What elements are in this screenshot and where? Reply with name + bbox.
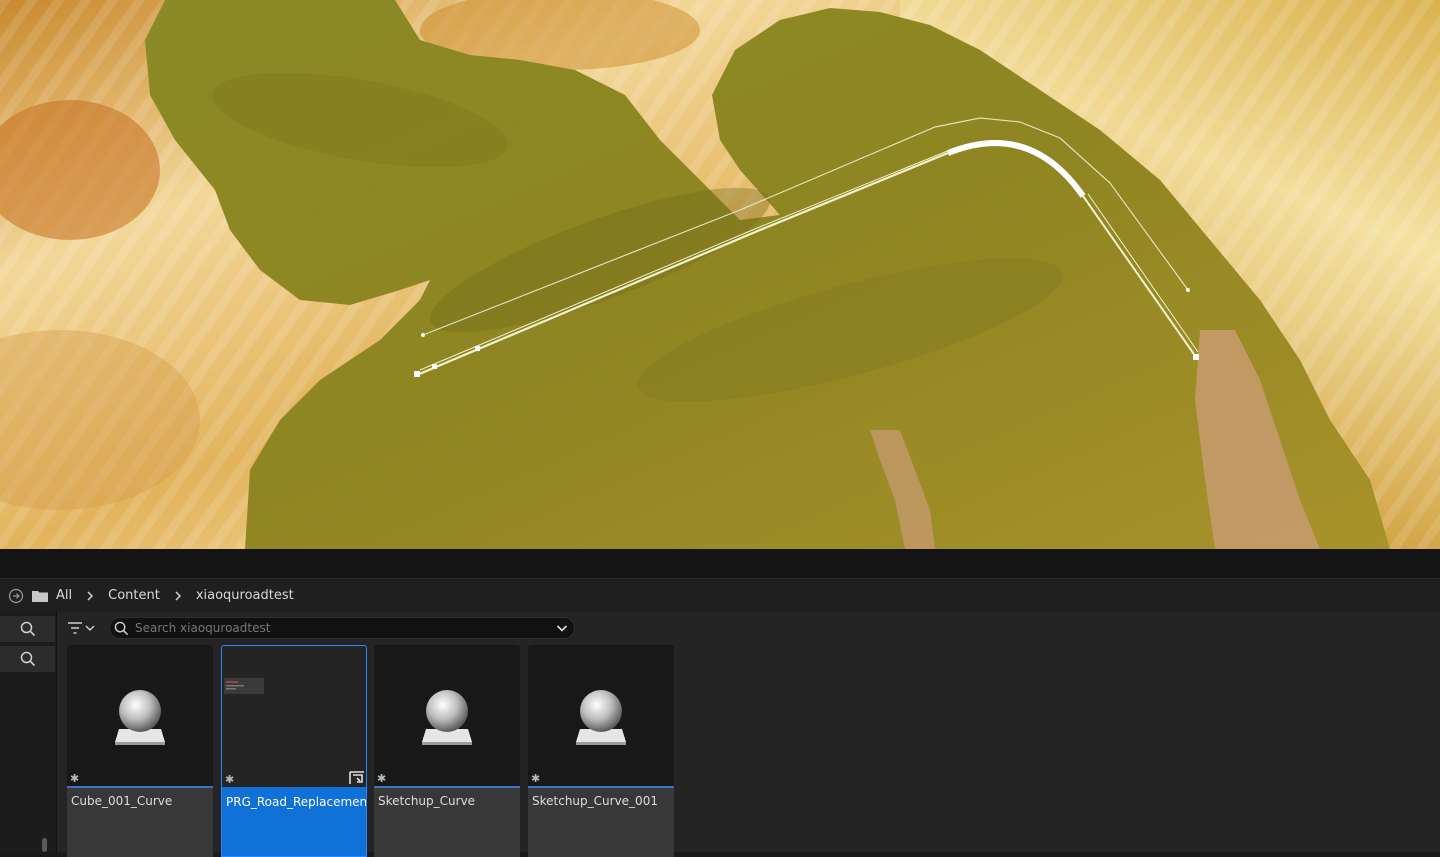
blueprint-badge-icon [349,771,365,785]
chevron-right-icon [86,590,94,601]
blueprint-icon [224,678,264,694]
asset-name: Sketchup_Curve_001 [532,794,658,808]
scrollbar[interactable] [42,838,47,852]
search-input[interactable] [135,621,556,635]
search-icon[interactable] [0,616,55,642]
level-viewport[interactable] [0,0,1440,549]
star-icon[interactable]: ✱ [70,773,79,784]
asset-grid: ✱ Cube_001_Curve ✱ PRG_Road_Replacement [57,612,1440,857]
filter-icon [67,621,83,635]
sources-panel [0,612,57,852]
asset-thumbnail [528,645,674,786]
asset-thumbnail [67,645,213,786]
star-icon[interactable]: ✱ [225,774,234,785]
sphere-icon [115,690,165,745]
folder-icon [32,589,48,603]
asset-tile[interactable]: ✱ Sketchup_Curve_001 [528,645,674,857]
chevron-right-icon [174,590,182,601]
search-icon[interactable] [0,646,55,672]
viewport-scene [0,0,1440,549]
breadcrumb-content[interactable]: Content [108,588,160,603]
star-icon[interactable]: ✱ [377,773,386,784]
asset-name: Sketchup_Curve [378,794,476,808]
asset-name: Cube_001_Curve [71,794,173,808]
asset-type-bar [528,786,674,788]
asset-type-bar [67,786,213,788]
sphere-icon [576,690,626,745]
asset-tile[interactable]: ✱ Sketchup_Curve [374,645,520,857]
search-field[interactable] [109,617,575,639]
breadcrumb: All Content xiaoquroadtest [0,578,1440,613]
chevron-down-icon[interactable] [556,624,568,633]
asset-thumbnail [222,646,366,787]
filter-button[interactable] [67,618,101,638]
content-toolbar [57,612,1440,644]
breadcrumb-current-folder[interactable]: xiaoquroadtest [196,588,294,603]
star-icon[interactable]: ✱ [531,773,540,784]
search-icon [114,621,129,636]
panel-divider [0,549,1440,578]
asset-type-bar [222,787,366,789]
breadcrumb-all[interactable]: All [56,588,72,603]
asset-type-bar [374,786,520,788]
sphere-icon [422,690,472,745]
asset-tile-selected[interactable]: ✱ PRG_Road_Replacement [221,645,367,857]
chevron-down-icon [85,624,95,632]
asset-thumbnail [374,645,520,786]
asset-tile[interactable]: ✱ Cube_001_Curve [67,645,213,857]
asset-name: PRG_Road_Replacement [226,795,367,809]
history-icon[interactable] [8,588,24,604]
